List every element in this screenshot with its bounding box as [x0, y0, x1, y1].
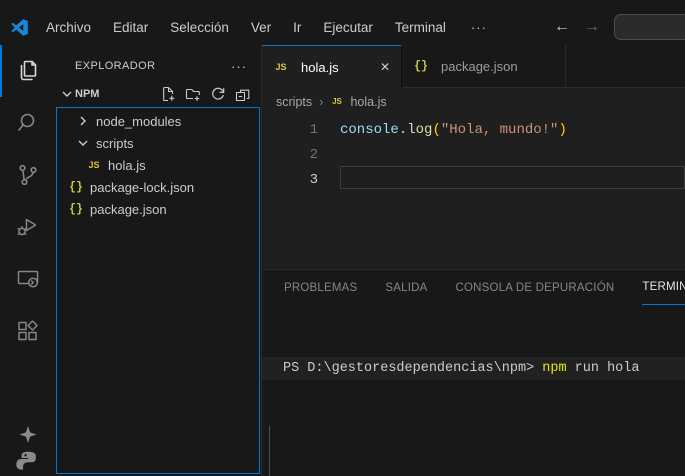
tree-item-label: scripts	[96, 136, 134, 151]
history-nav: ← →	[528, 18, 600, 36]
json-file-icon: {}	[68, 201, 84, 217]
explorer-icon[interactable]	[0, 45, 55, 97]
panel-tab-consola-depuracion[interactable]: CONSOLA DE DEPURACIÓN	[456, 270, 615, 305]
remote-explorer-icon[interactable]	[0, 253, 55, 305]
bottom-panel: PROBLEMAS SALIDA CONSOLA DE DEPURACIÓN T…	[262, 269, 685, 476]
panel-tabbar: PROBLEMAS SALIDA CONSOLA DE DEPURACIÓN T…	[262, 270, 685, 305]
sidebar-more-actions-icon[interactable]: ···	[227, 59, 251, 74]
menu-more-icon[interactable]: ···	[457, 20, 501, 35]
run-and-debug-icon[interactable]	[0, 201, 55, 253]
token-close-paren: )	[558, 122, 566, 138]
tree-item-label: hola.js	[108, 158, 146, 173]
vscode-window: Archivo Editar Selección Ver Ir Ejecutar…	[0, 0, 685, 476]
new-file-icon[interactable]	[160, 86, 176, 102]
token-dot: .	[399, 122, 407, 138]
refresh-icon[interactable]	[210, 86, 226, 102]
code-text: console.log("Hola, mundo!")	[340, 118, 567, 143]
current-line-highlight	[340, 166, 685, 189]
tab-hola-js[interactable]: JS hola.js ✕	[262, 45, 402, 88]
terminal-command: npm	[542, 361, 566, 376]
tree-item-package-json[interactable]: {} package.json	[56, 198, 260, 220]
menu-terminal[interactable]: Terminal	[384, 20, 457, 35]
tab-label: hola.js	[301, 60, 339, 75]
code-line-2: 2	[262, 143, 685, 168]
back-arrow-icon[interactable]: ←	[554, 18, 570, 36]
editor-tabbar: JS hola.js ✕ {} package.json	[262, 45, 685, 88]
terminal-command-line: PS D:\gestoresdependencias\npm> npm run …	[262, 357, 685, 380]
panel-tab-problemas[interactable]: PROBLEMAS	[284, 270, 357, 305]
js-file-icon: JS	[330, 95, 343, 108]
breadcrumb: scripts › JS hola.js	[262, 88, 685, 115]
activity-bar	[0, 45, 55, 476]
close-icon[interactable]: ✕	[380, 60, 390, 74]
search-icon[interactable]	[0, 97, 55, 149]
section-actions	[160, 86, 251, 102]
sidebar-section-npm[interactable]: NPM	[55, 81, 261, 107]
editor-group: JS hola.js ✕ {} package.json scripts › J…	[262, 45, 685, 476]
titlebar: Archivo Editar Selección Ver Ir Ejecutar…	[0, 0, 685, 45]
token-console: console	[340, 122, 399, 138]
menu-editar[interactable]: Editar	[102, 20, 159, 35]
line-number: 1	[262, 118, 318, 143]
js-file-icon: JS	[273, 59, 289, 75]
panel-tab-salida[interactable]: SALIDA	[385, 270, 427, 305]
python-icon[interactable]	[0, 450, 55, 476]
code-line-1: 1 console.log("Hola, mundo!")	[262, 118, 685, 143]
breadcrumb-separator: ›	[319, 94, 323, 109]
vscode-logo-icon	[11, 19, 28, 36]
menu-ejecutar[interactable]: Ejecutar	[312, 20, 384, 35]
terminal-view[interactable]: PS D:\gestoresdependencias\npm> npm run …	[262, 305, 685, 476]
terminal-blank-line	[283, 472, 685, 476]
tree-item-label: node_modules	[96, 114, 181, 129]
terminal-command-args: run hola	[567, 361, 640, 376]
js-file-icon: JS	[86, 157, 102, 173]
json-file-icon: {}	[413, 58, 429, 74]
menu-archivo[interactable]: Archivo	[35, 20, 102, 35]
sidebar-title: EXPLORADOR	[75, 60, 155, 72]
token-log: log	[407, 122, 432, 138]
tab-label: package.json	[441, 59, 518, 74]
collapse-all-icon[interactable]	[235, 86, 251, 102]
menu-seleccion[interactable]: Selección	[159, 20, 240, 35]
token-open-paren: (	[432, 122, 440, 138]
command-center-searchbox[interactable]	[614, 14, 685, 40]
token-string: "Hola, mundo!"	[441, 122, 559, 138]
breadcrumb-file[interactable]: hola.js	[350, 95, 386, 109]
tree-item-node-modules[interactable]: node_modules	[56, 110, 260, 132]
tab-package-json[interactable]: {} package.json	[402, 45, 566, 88]
line-number-current: 3	[262, 168, 318, 193]
tree-item-label: package-lock.json	[90, 180, 194, 195]
extensions-icon[interactable]	[0, 305, 55, 357]
sidebar-explorer: EXPLORADOR ··· NPM	[55, 45, 262, 476]
tree-item-scripts[interactable]: scripts	[56, 132, 260, 154]
source-control-icon[interactable]	[0, 149, 55, 201]
breadcrumb-folder[interactable]: scripts	[276, 95, 312, 109]
menu-ver[interactable]: Ver	[240, 20, 282, 35]
section-label: NPM	[75, 88, 99, 100]
new-folder-icon[interactable]	[185, 86, 201, 102]
code-editor[interactable]: 1 console.log("Hola, mundo!") 2 3	[262, 115, 685, 269]
json-file-icon: {}	[68, 179, 84, 195]
sidebar-header: EXPLORADOR ···	[55, 45, 261, 81]
menu-ir[interactable]: Ir	[282, 20, 312, 35]
terminal-output-block: > matematica@1.0.0 hola > node scripts/h…	[269, 426, 685, 476]
tree-item-package-lock-json[interactable]: {} package-lock.json	[56, 176, 260, 198]
tree-item-label: package.json	[90, 202, 167, 217]
explorer-file-tree: node_modules scripts JS hola.js {} packa…	[56, 107, 260, 474]
copilot-sparkle-icon[interactable]	[0, 420, 55, 450]
line-number: 2	[262, 143, 318, 168]
tree-item-hola-js[interactable]: JS hola.js	[56, 154, 260, 176]
tabbar-empty-space	[566, 45, 685, 88]
chevron-down-icon	[59, 86, 75, 102]
chevron-right-icon	[75, 113, 91, 129]
forward-arrow-icon[interactable]: →	[584, 18, 600, 36]
activitybar-spacer	[0, 357, 55, 420]
panel-tab-terminal[interactable]: TERMINAL	[642, 270, 685, 305]
terminal-prompt: PS D:\gestoresdependencias\npm>	[283, 361, 542, 376]
chevron-down-icon	[75, 135, 91, 151]
